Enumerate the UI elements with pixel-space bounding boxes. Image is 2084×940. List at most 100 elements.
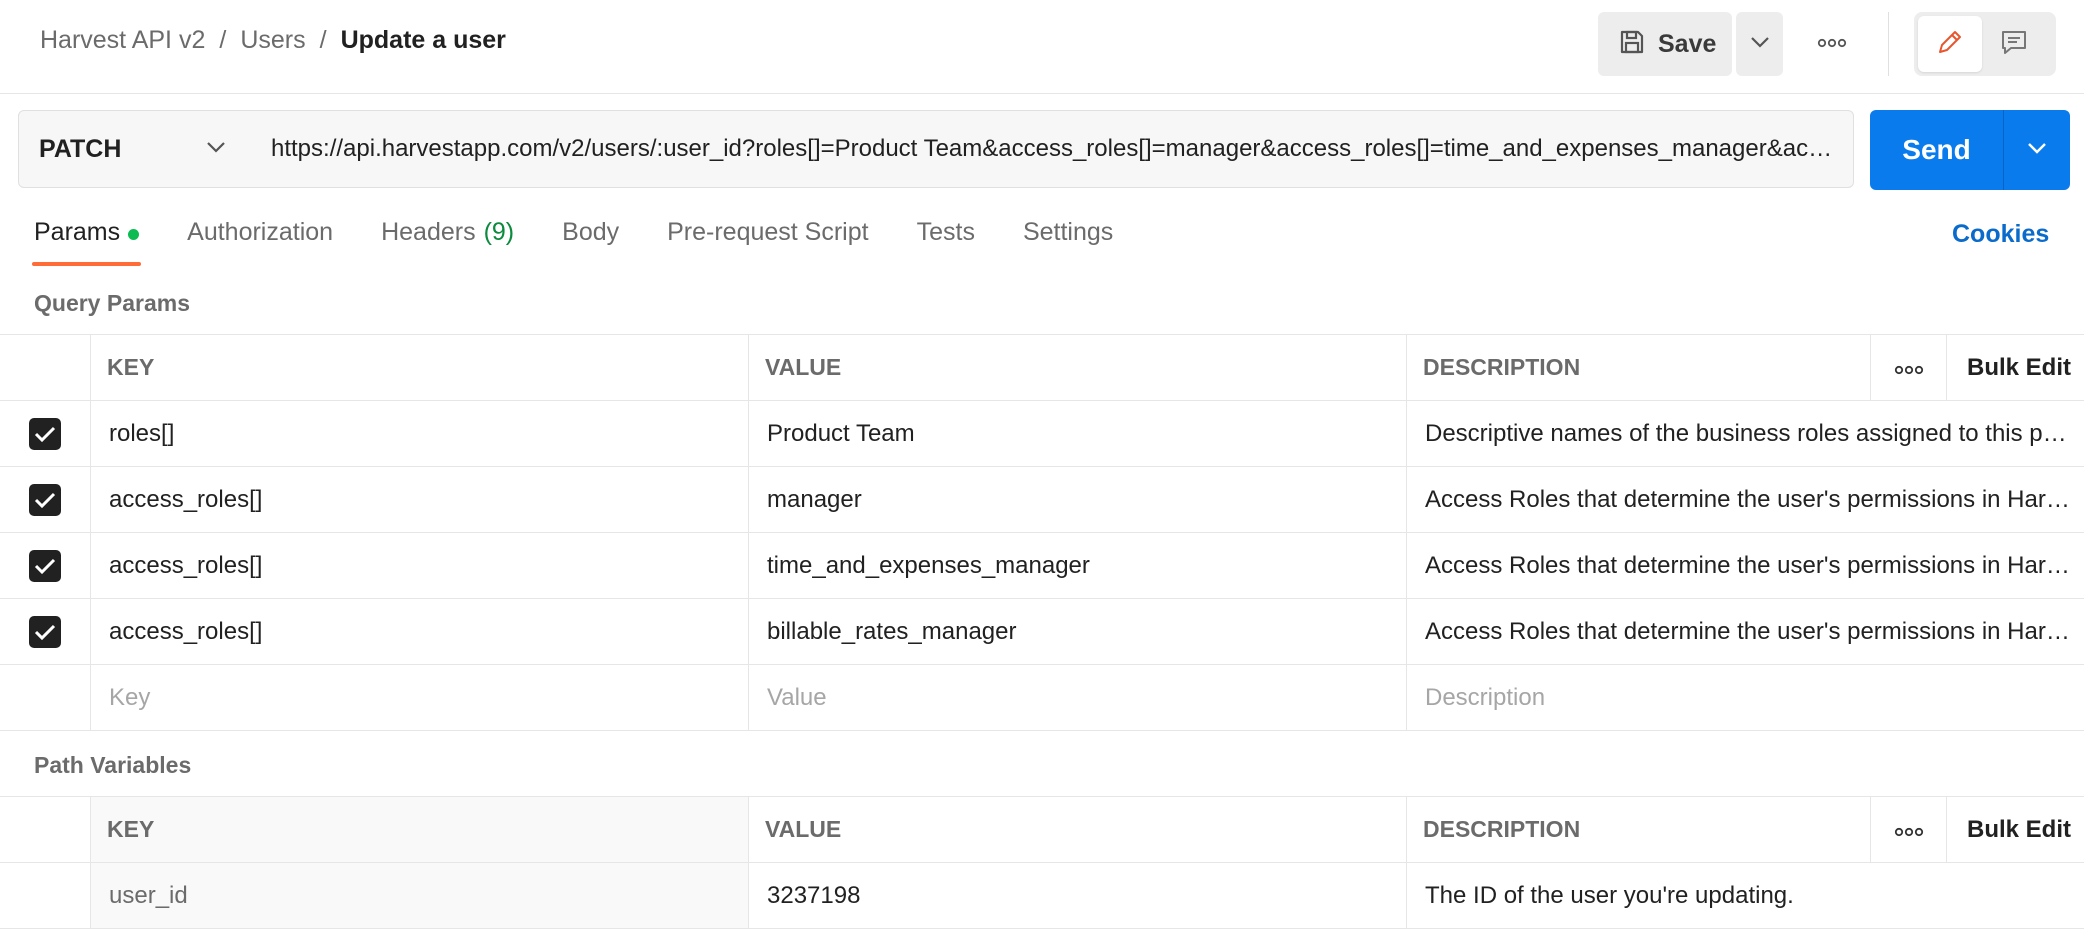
param-value-input[interactable]: billable_rates_manager (749, 599, 1407, 664)
breadcrumb: Harvest API v2 / Users / Update a user (40, 26, 506, 55)
ellipsis-icon (1894, 354, 1924, 381)
tab-label: Tests (916, 218, 975, 246)
header-value: VALUE (749, 797, 1407, 862)
row-check-cell (0, 863, 91, 928)
table-row: roles[] Product Team Descriptive names o… (0, 401, 2084, 467)
new-param-row: Key Value Description (0, 665, 2084, 731)
ellipsis-icon (1894, 816, 1924, 843)
path-variable-description-input[interactable]: The ID of the user you're updating. (1407, 863, 2084, 928)
description-text: Access Roles that determine the user's p… (1425, 485, 2084, 513)
tab-params[interactable]: Params (31, 218, 142, 268)
chevron-down-icon (1750, 35, 1770, 53)
bulk-edit-button[interactable]: Bulk Edit (1947, 797, 2084, 862)
param-enabled-checkbox[interactable] (29, 483, 61, 516)
send-button[interactable]: Send (1870, 110, 2004, 190)
tab-label: Body (562, 218, 620, 246)
view-mode-toggle (1914, 12, 2056, 76)
column-options-button[interactable] (1871, 797, 1947, 862)
param-enabled-checkbox[interactable] (29, 417, 61, 450)
table-row: access_roles[] billable_rates_manager Ac… (0, 599, 2084, 665)
new-description-input[interactable]: Description (1407, 665, 2084, 730)
param-enabled-checkbox[interactable] (29, 615, 61, 648)
table-header-row: KEY VALUE DESCRIPTION Bulk Edit (0, 335, 2084, 401)
tab-settings[interactable]: Settings (1023, 218, 1113, 268)
param-description-input[interactable]: Descriptive names of the business roles … (1407, 401, 2084, 466)
breadcrumb-separator: / (219, 26, 227, 54)
header-key: KEY (91, 335, 749, 400)
tab-label: Params (34, 218, 121, 246)
breadcrumb-separator: / (319, 26, 327, 54)
send-options-button[interactable] (2004, 110, 2070, 190)
row-check-cell (0, 401, 91, 466)
breadcrumb-collection[interactable]: Harvest API v2 (40, 26, 205, 55)
param-key-input[interactable]: access_roles[] (91, 533, 749, 598)
new-key-input[interactable]: Key (91, 665, 749, 730)
row-check-cell (0, 533, 91, 598)
new-value-input[interactable]: Value (749, 665, 1407, 730)
row-check-cell (0, 665, 91, 730)
header-description: DESCRIPTION (1407, 335, 1871, 400)
edit-mode-button[interactable] (1918, 16, 1982, 72)
tab-authorization[interactable]: Authorization (187, 218, 333, 268)
tab-label: Settings (1022, 218, 1114, 246)
comments-mode-button[interactable] (1982, 16, 2046, 72)
request-header: Harvest API v2 / Users / Update a user S… (0, 0, 2084, 94)
save-icon (1618, 28, 1646, 61)
row-check-cell (0, 599, 91, 664)
cookies-link[interactable]: Cookies (1952, 220, 2049, 249)
description-text: Descriptive names of the business roles … (1425, 419, 2084, 447)
header-description: DESCRIPTION (1407, 797, 1871, 862)
breadcrumb-folder[interactable]: Users (240, 26, 305, 55)
send-button-group: Send (1870, 110, 2070, 190)
ellipsis-icon (1817, 35, 1847, 53)
bulk-edit-button[interactable]: Bulk Edit (1947, 335, 2084, 400)
tab-label: Pre-request Script (667, 218, 869, 246)
tab-body[interactable]: Body (562, 218, 619, 268)
method-label: PATCH (39, 134, 122, 163)
param-description-input[interactable]: Access Roles that determine the user's p… (1407, 599, 2084, 664)
url-text: https://api.harvestapp.com/v2/users/:use… (271, 135, 1835, 162)
url-input[interactable]: https://api.harvestapp.com/v2/users/:use… (248, 110, 1854, 188)
header-value: VALUE (749, 335, 1407, 400)
save-options-button[interactable] (1736, 12, 1783, 76)
path-variables-title: Path Variables (34, 752, 192, 778)
header-key: KEY (91, 797, 749, 862)
query-params-title: Query Params (34, 290, 190, 316)
tab-tests[interactable]: Tests (917, 218, 975, 268)
param-enabled-checkbox[interactable] (29, 549, 61, 582)
request-tabs: Params Authorization Headers (9) Body Pr… (31, 218, 1161, 268)
save-button[interactable]: Save (1598, 12, 1732, 76)
pencil-icon (1935, 27, 1965, 62)
param-key-input[interactable]: access_roles[] (91, 467, 749, 532)
tab-prerequest-script[interactable]: Pre-request Script (667, 218, 868, 268)
query-params-table: KEY VALUE DESCRIPTION Bulk Edit roles[] … (0, 334, 2084, 731)
chevron-down-icon (2027, 141, 2047, 159)
param-description-input[interactable]: Access Roles that determine the user's p… (1407, 533, 2084, 598)
params-active-dot (128, 229, 140, 240)
path-variable-value-input[interactable]: 3237198 (749, 863, 1407, 928)
row-check-cell (0, 467, 91, 532)
header-check-cell (0, 797, 91, 862)
param-value-input[interactable]: Product Team (749, 401, 1407, 466)
table-header-row: KEY VALUE DESCRIPTION Bulk Edit (0, 797, 2084, 863)
description-text: Access Roles that determine the user's p… (1425, 551, 2084, 579)
param-key-input[interactable]: access_roles[] (91, 599, 749, 664)
description-text: The ID of the user you're updating. (1425, 881, 1794, 909)
param-value-input[interactable]: time_and_expenses_manager (749, 533, 1407, 598)
param-key-input[interactable]: roles[] (91, 401, 749, 466)
table-row: user_id 3237198 The ID of the user you'r… (0, 863, 2084, 929)
request-name[interactable]: Update a user (341, 26, 506, 55)
chevron-down-icon (206, 140, 226, 158)
table-row: access_roles[] manager Access Roles that… (0, 467, 2084, 533)
tab-headers[interactable]: Headers (9) (381, 218, 514, 268)
param-value-input[interactable]: manager (749, 467, 1407, 532)
comment-icon (1999, 27, 2029, 62)
param-description-input[interactable]: Access Roles that determine the user's p… (1407, 467, 2084, 532)
description-text: Access Roles that determine the user's p… (1425, 617, 2084, 645)
method-select[interactable]: PATCH (18, 110, 249, 188)
column-options-button[interactable] (1871, 335, 1947, 400)
headers-count: (9) (483, 218, 515, 246)
more-actions-button[interactable] (1810, 24, 1854, 64)
header-check-cell (0, 335, 91, 400)
path-variables-table: KEY VALUE DESCRIPTION Bulk Edit user_id … (0, 796, 2084, 929)
